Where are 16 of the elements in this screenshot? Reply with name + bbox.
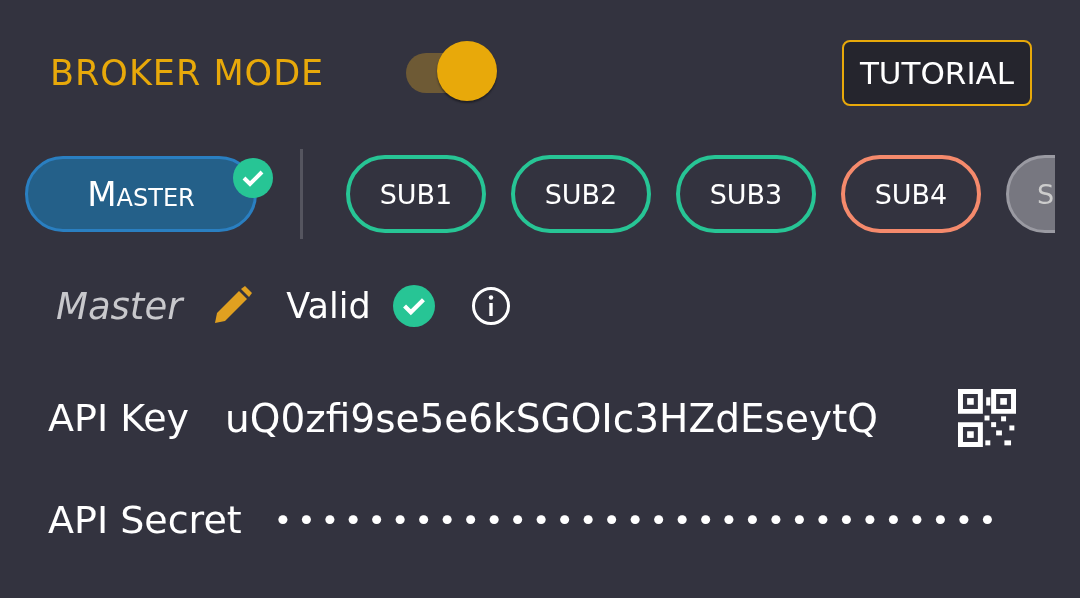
info-icon[interactable] (470, 286, 511, 326)
qr-code-icon[interactable] (958, 389, 1016, 447)
account-tab[interactable]: Master (25, 156, 257, 232)
status-label: Valid (286, 286, 371, 326)
broker-mode-label: BROKER MODE (50, 53, 325, 93)
pencil-icon[interactable] (212, 286, 253, 326)
field-label: API Secret (48, 498, 242, 542)
api-secret-field[interactable]: ••••••••••••••••••••••••••••••• (273, 502, 1002, 538)
account-name: Master (56, 284, 183, 328)
account-tab[interactable]: SUB3 (676, 155, 816, 233)
tutorial-button[interactable]: TUTORIAL (841, 40, 1032, 106)
account-tab[interactable]: SUB1 (346, 155, 486, 233)
api-key-field[interactable]: uQ0zfi9se5e6kSGOIc3HZdEseytQ (225, 395, 878, 441)
field-label: API Key (48, 396, 190, 440)
account-tab[interactable]: SUB4 (841, 155, 981, 233)
account-tab[interactable]: SUB2 (511, 155, 651, 233)
